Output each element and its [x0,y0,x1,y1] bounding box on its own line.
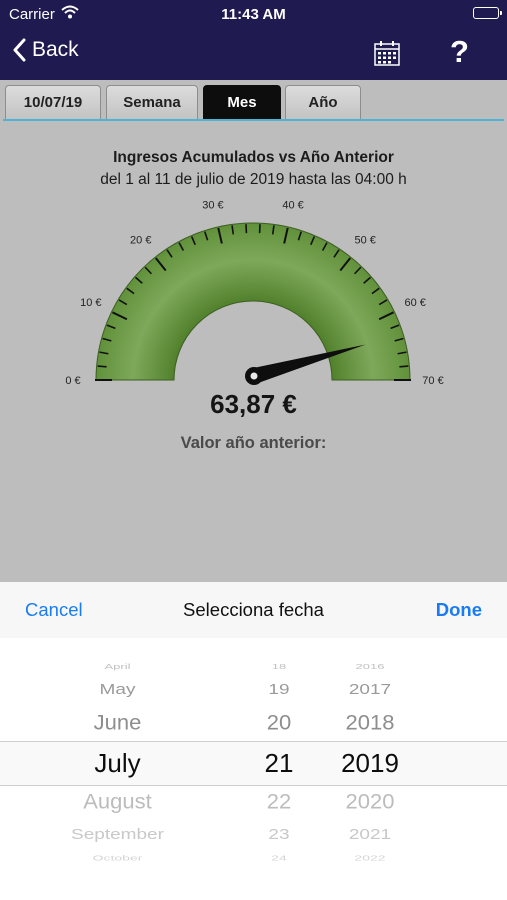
gauge-tick [97,365,107,368]
nav-bar: Back ? [0,28,507,80]
done-button[interactable]: Done [436,599,482,621]
month-option[interactable]: July [50,748,185,779]
tab-month[interactable]: Mes [203,85,281,119]
gauge-tick-label: 30 € [202,200,223,212]
income-gauge: 0 € 10 € 20 € 30 € 40 € 50 € 60 € 70 € [65,200,443,387]
month-option[interactable]: August [50,790,185,815]
report-title: Ingresos Acumulados vs Año Anterior [113,149,394,166]
year-option[interactable]: 2018 [320,711,420,736]
back-label: Back [32,38,79,61]
gauge-tick-label: 70 € [422,375,443,387]
day-option[interactable]: 19 [240,681,318,699]
tab-day[interactable]: 10/07/19 [5,85,101,119]
month-wheel[interactable]: April May June July August September October [50,638,185,900]
year-option[interactable]: 2017 [320,681,420,699]
day-option[interactable]: 22 [240,790,318,815]
month-option[interactable]: October [50,853,185,862]
date-picker-sheet: Cancel Selecciona fecha Done April May Jun… [0,582,507,900]
year-option[interactable]: 2020 [320,790,420,815]
year-option[interactable]: 2019 [320,748,420,779]
status-time: 11:43 AM [221,6,286,23]
month-option[interactable]: September [50,826,185,844]
back-button[interactable]: Back [12,38,79,62]
report-subtitle: del 1 al 11 de julio de 2019 hasta las 0… [100,171,407,188]
tabs-divider [3,119,504,121]
gauge-tick-label: 40 € [282,200,303,212]
day-option[interactable]: 20 [240,711,318,736]
tab-week[interactable]: Semana [106,85,198,119]
current-value: 63,87 € [210,389,297,419]
gauge-tick-label: 0 € [65,375,80,387]
gauge-tick-label: 20 € [130,234,151,246]
gauge-tick-label: 60 € [404,297,425,309]
period-tabs: 10/07/19 Semana Mes Año [0,84,507,121]
previous-year-label: Valor año anterior: [180,434,327,452]
gauge-tick-label: 50 € [355,234,376,246]
month-option[interactable]: April [50,663,185,671]
year-wheel[interactable]: 2016 2017 2018 2019 2020 2021 2022 [320,638,420,900]
picker-title: Selecciona fecha [183,599,324,620]
tab-year[interactable]: Año [285,85,361,119]
report-content: 10/07/19 Semana Mes Año Ingresos Acumula… [0,80,507,582]
day-option[interactable]: 18 [240,663,318,671]
gauge-tick [399,365,409,368]
gauge-tick-label: 10 € [80,297,101,309]
day-option[interactable]: 23 [240,826,318,844]
calendar-button[interactable] [372,38,402,68]
year-option[interactable]: 2022 [320,853,420,862]
status-bar: Carrier 11:43 AM [0,0,507,28]
month-option[interactable]: May [50,681,185,699]
gauge-needle-dot [250,372,258,380]
help-button[interactable]: ? [450,34,469,70]
gauge-band [95,222,411,381]
month-option[interactable]: June [50,711,185,736]
calendar-icon [374,41,400,66]
picker-toolbar: Cancel Selecciona fecha Done [0,582,507,639]
day-wheel[interactable]: 18 19 20 21 22 23 24 [240,638,318,900]
battery-icon [473,7,502,19]
year-option[interactable]: 2021 [320,826,420,844]
day-option[interactable]: 24 [240,853,318,862]
chevron-left-icon [13,38,26,62]
date-picker: April May June July August September October 1… [0,638,507,900]
day-option[interactable]: 21 [240,748,318,779]
year-option[interactable]: 2016 [320,663,420,671]
